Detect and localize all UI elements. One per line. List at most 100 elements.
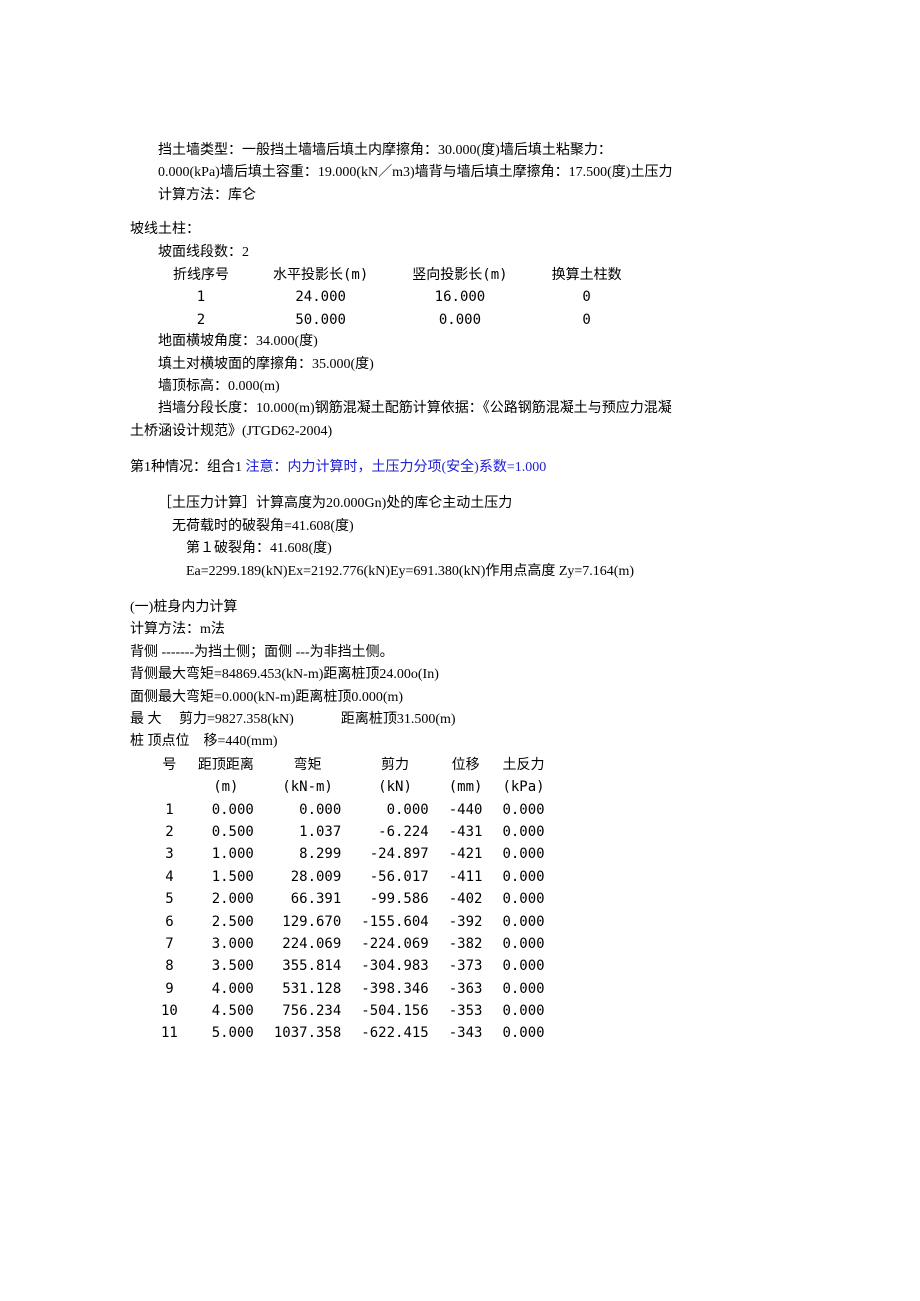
ep-line-4: Ea=2299.189(kN)Ex=2192.776(kN)Ey=691.380… [186, 561, 790, 583]
cell: -421 [439, 843, 493, 865]
rh-4b: (kN) [351, 776, 438, 798]
cell: 11 [151, 1022, 188, 1044]
cell: 7 [151, 933, 188, 955]
cell: 1037.358 [264, 1022, 351, 1044]
cell: -304.983 [351, 955, 438, 977]
cell: 1.500 [188, 866, 264, 888]
results-table: 号 距顶距离 弯矩 剪力 位移 土反力 (m) (kN-m) (kN) (mm)… [151, 754, 555, 1045]
cell: -353 [439, 1000, 493, 1022]
ep-line-1: ［土压力计算］计算高度为20.000Gn)处的库仑主动土压力 [158, 493, 790, 515]
ep-line-3: 第１破裂角：41.608(度) [186, 538, 790, 560]
cell: 531.128 [264, 978, 351, 1000]
calc-l6a: 最 大 剪力=9827.358(kN) [130, 712, 294, 727]
rh-2a: 距顶距离 [188, 754, 264, 776]
rh-4a: 剪力 [351, 754, 438, 776]
cell: 16.000 [390, 286, 529, 308]
results-row: 62.500129.670-155.604-3920.000 [151, 911, 555, 933]
results-header-row1: 号 距顶距离 弯矩 剪力 位移 土反力 [151, 754, 555, 776]
calc-line-2: 计算方法：m法 [130, 619, 790, 641]
cell: 3.000 [188, 933, 264, 955]
cell: 3.500 [188, 955, 264, 977]
calc-line-6: 最 大 剪力=9827.358(kN) 距离桩顶31.500(m) [130, 709, 790, 731]
cell: 4 [151, 866, 188, 888]
cell: 2.500 [188, 911, 264, 933]
cell: 4.500 [188, 1000, 264, 1022]
slope-h1: 折线序号 [151, 264, 251, 286]
rh-6a: 土反力 [492, 754, 554, 776]
cell: -24.897 [351, 843, 438, 865]
cell: 66.391 [264, 888, 351, 910]
cell: 756.234 [264, 1000, 351, 1022]
results-row: 52.00066.391-99.586-4020.000 [151, 888, 555, 910]
cell: 0.000 [492, 866, 554, 888]
cell: 1 [151, 286, 251, 308]
cell: -504.156 [351, 1000, 438, 1022]
rh-2b: (m) [188, 776, 264, 798]
cell: 0.000 [492, 843, 554, 865]
cell: -6.224 [351, 821, 438, 843]
cell: 28.009 [264, 866, 351, 888]
cell: 8.299 [264, 843, 351, 865]
cell: 1.037 [264, 821, 351, 843]
cell: 0.500 [188, 821, 264, 843]
ep-line-2: 无荷载时的破裂角=41.608(度) [172, 516, 790, 538]
cell: 10 [151, 1000, 188, 1022]
results-header-row2: (m) (kN-m) (kN) (mm) (kPa) [151, 776, 555, 798]
cell: -363 [439, 978, 493, 1000]
slope-extra-5: 土桥涵设计规范》(JTGD62-2004) [130, 421, 790, 443]
slope-extra-4: 挡墙分段长度：10.000(m)钢筋混凝土配筋计算依据：《公路钢筋混凝土与预应力… [158, 398, 790, 420]
intro-line-2: 0.000(kPa)墙后填土容重：19.000(kN／m3)墙背与墙后填土摩擦角… [158, 162, 790, 184]
results-row: 104.500756.234-504.156-3530.000 [151, 1000, 555, 1022]
cell: 2 [151, 821, 188, 843]
slope-extra-1: 地面横坡角度：34.000(度) [158, 331, 790, 353]
rh-1: 号 [151, 754, 188, 776]
cell: 224.069 [264, 933, 351, 955]
cell: -155.604 [351, 911, 438, 933]
calc-l6b: 距离桩顶31.500(m) [341, 712, 456, 727]
cell: 0.000 [390, 309, 529, 331]
cell: 0 [530, 309, 644, 331]
cell: 0.000 [492, 1022, 554, 1044]
cell: -440 [439, 799, 493, 821]
cell: -56.017 [351, 866, 438, 888]
cell: 0.000 [492, 799, 554, 821]
cell: 5.000 [188, 1022, 264, 1044]
cell: 0 [530, 286, 644, 308]
intro-line-1: 挡土墙类型：一般挡土墙墙后填土内摩擦角：30.000(度)墙后填土粘聚力： [158, 140, 790, 162]
cell: 0.000 [492, 978, 554, 1000]
cell: 0.000 [492, 888, 554, 910]
cell: 8 [151, 955, 188, 977]
results-row: 94.000531.128-398.346-3630.000 [151, 978, 555, 1000]
cell: 1.000 [188, 843, 264, 865]
cell: 5 [151, 888, 188, 910]
cell: 0.000 [264, 799, 351, 821]
calc-line-4: 背侧最大弯矩=84869.453(kN-m)距离桩顶24.00o(In) [130, 664, 790, 686]
cell: -431 [439, 821, 493, 843]
cell: 0.000 [492, 911, 554, 933]
cell: -373 [439, 955, 493, 977]
cell: 0.000 [188, 799, 264, 821]
slope-table: 折线序号 水平投影长(m) 竖向投影长(m) 换算土柱数 1 24.000 16… [151, 264, 644, 331]
results-row: 10.0000.0000.000-4400.000 [151, 799, 555, 821]
case-1-prefix: 第1种情况：组合1 [130, 460, 242, 475]
cell: 1 [151, 799, 188, 821]
case-1-note: 注意：内力计算时，土压力分项(安全)系数=1.000 [246, 460, 547, 475]
calc-line-3: 背侧 -------为挡土侧；面侧 ---为非挡土侧。 [130, 642, 790, 664]
results-row: 31.0008.299-24.897-4210.000 [151, 843, 555, 865]
rh-3b: (kN-m) [264, 776, 351, 798]
cell: 129.670 [264, 911, 351, 933]
results-row: 41.50028.009-56.017-4110.000 [151, 866, 555, 888]
cell: 0.000 [351, 799, 438, 821]
cell: -99.586 [351, 888, 438, 910]
rh-5b: (mm) [439, 776, 493, 798]
cell: -224.069 [351, 933, 438, 955]
cell: 0.000 [492, 821, 554, 843]
slope-row: 1 24.000 16.000 0 [151, 286, 644, 308]
cell: 0.000 [492, 1000, 554, 1022]
slope-extra-3: 墙顶标高：0.000(m) [158, 376, 790, 398]
slope-extra-2: 填土对横坡面的摩擦角：35.000(度) [158, 354, 790, 376]
slope-h4: 换算土柱数 [530, 264, 644, 286]
cell: 3 [151, 843, 188, 865]
cell: -392 [439, 911, 493, 933]
cell: 0.000 [492, 955, 554, 977]
